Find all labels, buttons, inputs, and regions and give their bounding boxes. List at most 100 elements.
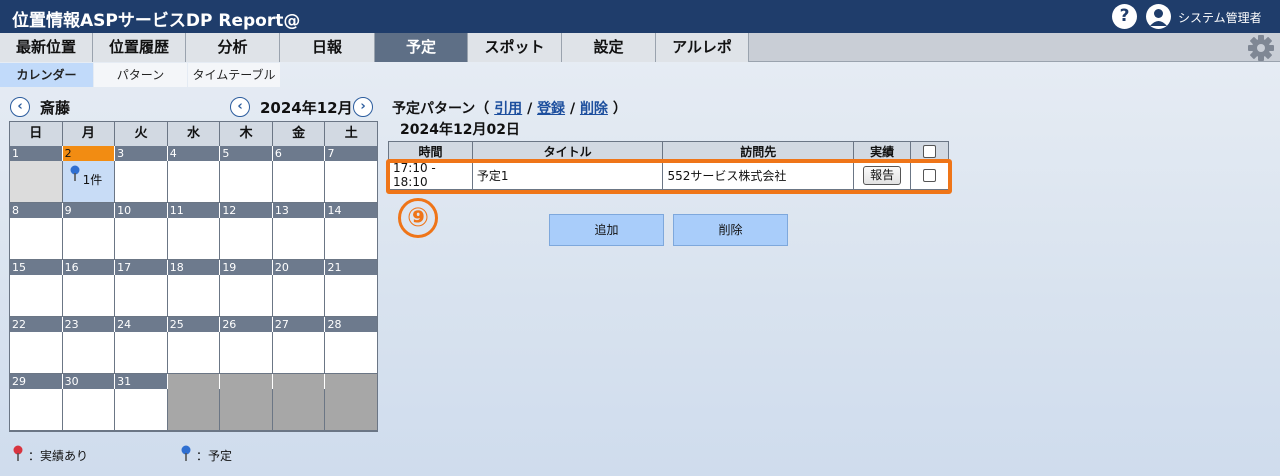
calendar-day-cell[interactable] bbox=[115, 389, 168, 431]
gear-icon[interactable] bbox=[1246, 34, 1276, 62]
pattern-register-link[interactable]: 登録 bbox=[537, 101, 565, 117]
calendar-day-cell[interactable] bbox=[220, 218, 273, 260]
pattern-label: 予定パターン（ bbox=[392, 101, 490, 117]
calendar-day-cell[interactable] bbox=[10, 161, 63, 203]
tab-settings[interactable]: 設定 bbox=[562, 33, 656, 62]
calendar-day-cell[interactable] bbox=[167, 332, 221, 374]
prev-user-button[interactable]: ‹ bbox=[10, 97, 30, 117]
delete-button[interactable]: 削除 bbox=[673, 214, 788, 246]
calendar-empty-cell bbox=[220, 389, 273, 431]
add-button[interactable]: 追加 bbox=[549, 214, 664, 246]
calendar-day-number: 8 bbox=[10, 203, 63, 218]
calendar-day-cell[interactable] bbox=[167, 218, 221, 260]
calendar-day-number: 30 bbox=[63, 374, 116, 389]
calendar-day-number: 4 bbox=[168, 146, 221, 161]
calendar-day-number: 27 bbox=[273, 317, 326, 332]
tab-analysis[interactable]: 分析 bbox=[186, 33, 280, 62]
prev-month-button[interactable]: ‹ bbox=[230, 97, 250, 117]
tab-alurepo[interactable]: アルレポ bbox=[656, 33, 749, 62]
calendar-day-number: 16 bbox=[63, 260, 116, 275]
row-title: 予定1 bbox=[471, 160, 664, 190]
calendar-day-cell[interactable] bbox=[62, 332, 116, 374]
pattern-delete-link[interactable]: 削除 bbox=[580, 101, 608, 117]
tab-latest-position[interactable]: 最新位置 bbox=[0, 33, 93, 62]
calendar-day-number: 1 bbox=[10, 146, 63, 161]
calendar-day-cell[interactable] bbox=[220, 332, 273, 374]
calendar-week-row: 1件 bbox=[10, 161, 378, 203]
calendar-day-cell[interactable] bbox=[272, 332, 326, 374]
calendar-weeks: 1 2 3 4 5 6 7 1件 8 9 10 11 12 13 14 15 16 17 18 19 20 21 22 23 2… bbox=[10, 146, 378, 431]
calendar-day-cell[interactable] bbox=[10, 275, 63, 317]
calendar-date-row: 22 23 24 25 26 27 28 bbox=[10, 317, 377, 332]
calendar-day-cell[interactable] bbox=[325, 161, 378, 203]
subtab-timetable[interactable]: タイムテーブル bbox=[188, 63, 280, 87]
calendar-grid: 日 月 火 水 木 金 土 1 2 3 4 5 6 7 1件 8 9 10 11 12 13 14 15 16 1… bbox=[9, 121, 378, 432]
calendar-day-cell[interactable] bbox=[272, 218, 326, 260]
calendar-day-cell[interactable] bbox=[10, 332, 63, 374]
calendar-day-cell[interactable] bbox=[167, 161, 221, 203]
calendar-day-number: 24 bbox=[115, 317, 168, 332]
weekday-thursday: 木 bbox=[220, 122, 273, 146]
calendar-day-cell[interactable] bbox=[10, 389, 63, 431]
calendar-day-cell[interactable]: 1件 bbox=[62, 161, 116, 203]
calendar-day-number: 23 bbox=[63, 317, 116, 332]
calendar-empty-number bbox=[220, 374, 273, 389]
calendar-day-cell[interactable] bbox=[325, 218, 378, 260]
table-header-row: 時間 タイトル 訪問先 実績 bbox=[388, 141, 949, 161]
subtab-pattern[interactable]: パターン bbox=[94, 63, 187, 87]
weekday-friday: 金 bbox=[273, 122, 326, 146]
calendar-day-cell[interactable] bbox=[62, 275, 116, 317]
main-nav: 最新位置 位置履歴 分析 日報 予定 スポット 設定 アルレポ bbox=[0, 33, 1280, 62]
weekday-tuesday: 火 bbox=[115, 122, 168, 146]
calendar-date-row: 15 16 17 18 19 20 21 bbox=[10, 260, 377, 275]
app-title: 位置情報ASPサービスDP Report@ bbox=[12, 11, 301, 31]
tab-daily-report[interactable]: 日報 bbox=[280, 33, 375, 62]
subtab-calendar[interactable]: カレンダー bbox=[0, 63, 93, 87]
calendar-day-cell[interactable] bbox=[272, 161, 326, 203]
calendar-day-number: 25 bbox=[168, 317, 221, 332]
calendar-day-cell[interactable] bbox=[62, 218, 116, 260]
weekday-sunday: 日 bbox=[10, 122, 63, 146]
select-all-checkbox[interactable] bbox=[923, 145, 937, 158]
next-month-button[interactable]: › bbox=[353, 97, 373, 117]
calendar-date-row: 1234567 bbox=[10, 146, 377, 161]
calendar-day-cell[interactable] bbox=[115, 218, 168, 260]
calendar-day-number: 26 bbox=[220, 317, 273, 332]
calendar-day-number: 17 bbox=[115, 260, 168, 275]
row-select-cell bbox=[910, 160, 949, 190]
calendar-day-cell[interactable] bbox=[115, 275, 168, 317]
calendar-day-cell[interactable] bbox=[325, 332, 378, 374]
row-actual-cell: 報告 bbox=[853, 160, 912, 190]
tab-schedule[interactable]: 予定 bbox=[375, 33, 468, 62]
calendar-day-cell[interactable] bbox=[272, 275, 326, 317]
calendar-week-row bbox=[10, 218, 378, 260]
calendar-day-cell[interactable] bbox=[62, 389, 116, 431]
calendar-day-cell[interactable] bbox=[115, 161, 168, 203]
calendar-day-cell[interactable] bbox=[167, 275, 221, 317]
tab-spot[interactable]: スポット bbox=[468, 33, 562, 62]
schedule-pattern-header: 予定パターン（ 引用 / 登録 / 削除 ） bbox=[392, 98, 627, 118]
row-checkbox[interactable] bbox=[923, 169, 937, 182]
calendar-day-cell[interactable] bbox=[220, 161, 273, 203]
user-name[interactable]: システム管理者 bbox=[1178, 9, 1262, 26]
event-count[interactable]: 1件 bbox=[83, 171, 103, 188]
table-row[interactable]: 17:10 - 18:10 予定1 552サービス株式会社 報告 bbox=[388, 160, 949, 190]
legend-actual: ：実績あり bbox=[28, 449, 89, 463]
calendar-day-cell[interactable] bbox=[115, 332, 168, 374]
blue-pin-icon bbox=[180, 445, 192, 461]
calendar-day-number: 19 bbox=[220, 260, 273, 275]
pattern-cite-link[interactable]: 引用 bbox=[494, 101, 522, 117]
pattern-separator: / bbox=[527, 101, 533, 117]
calendar-day-number: 31 bbox=[115, 374, 168, 389]
help-icon[interactable]: ? bbox=[1112, 4, 1137, 29]
calendar-day-cell[interactable] bbox=[220, 275, 273, 317]
calendar-day-number: 21 bbox=[327, 261, 342, 274]
user-icon[interactable] bbox=[1146, 4, 1171, 29]
tab-position-history[interactable]: 位置履歴 bbox=[93, 33, 186, 62]
calendar-empty-cell bbox=[272, 389, 326, 431]
report-button[interactable]: 報告 bbox=[863, 165, 902, 185]
blue-pin-icon bbox=[69, 165, 81, 181]
calendar-day-number: 20 bbox=[273, 260, 326, 275]
calendar-day-cell[interactable] bbox=[325, 275, 378, 317]
calendar-day-cell[interactable] bbox=[10, 218, 63, 260]
